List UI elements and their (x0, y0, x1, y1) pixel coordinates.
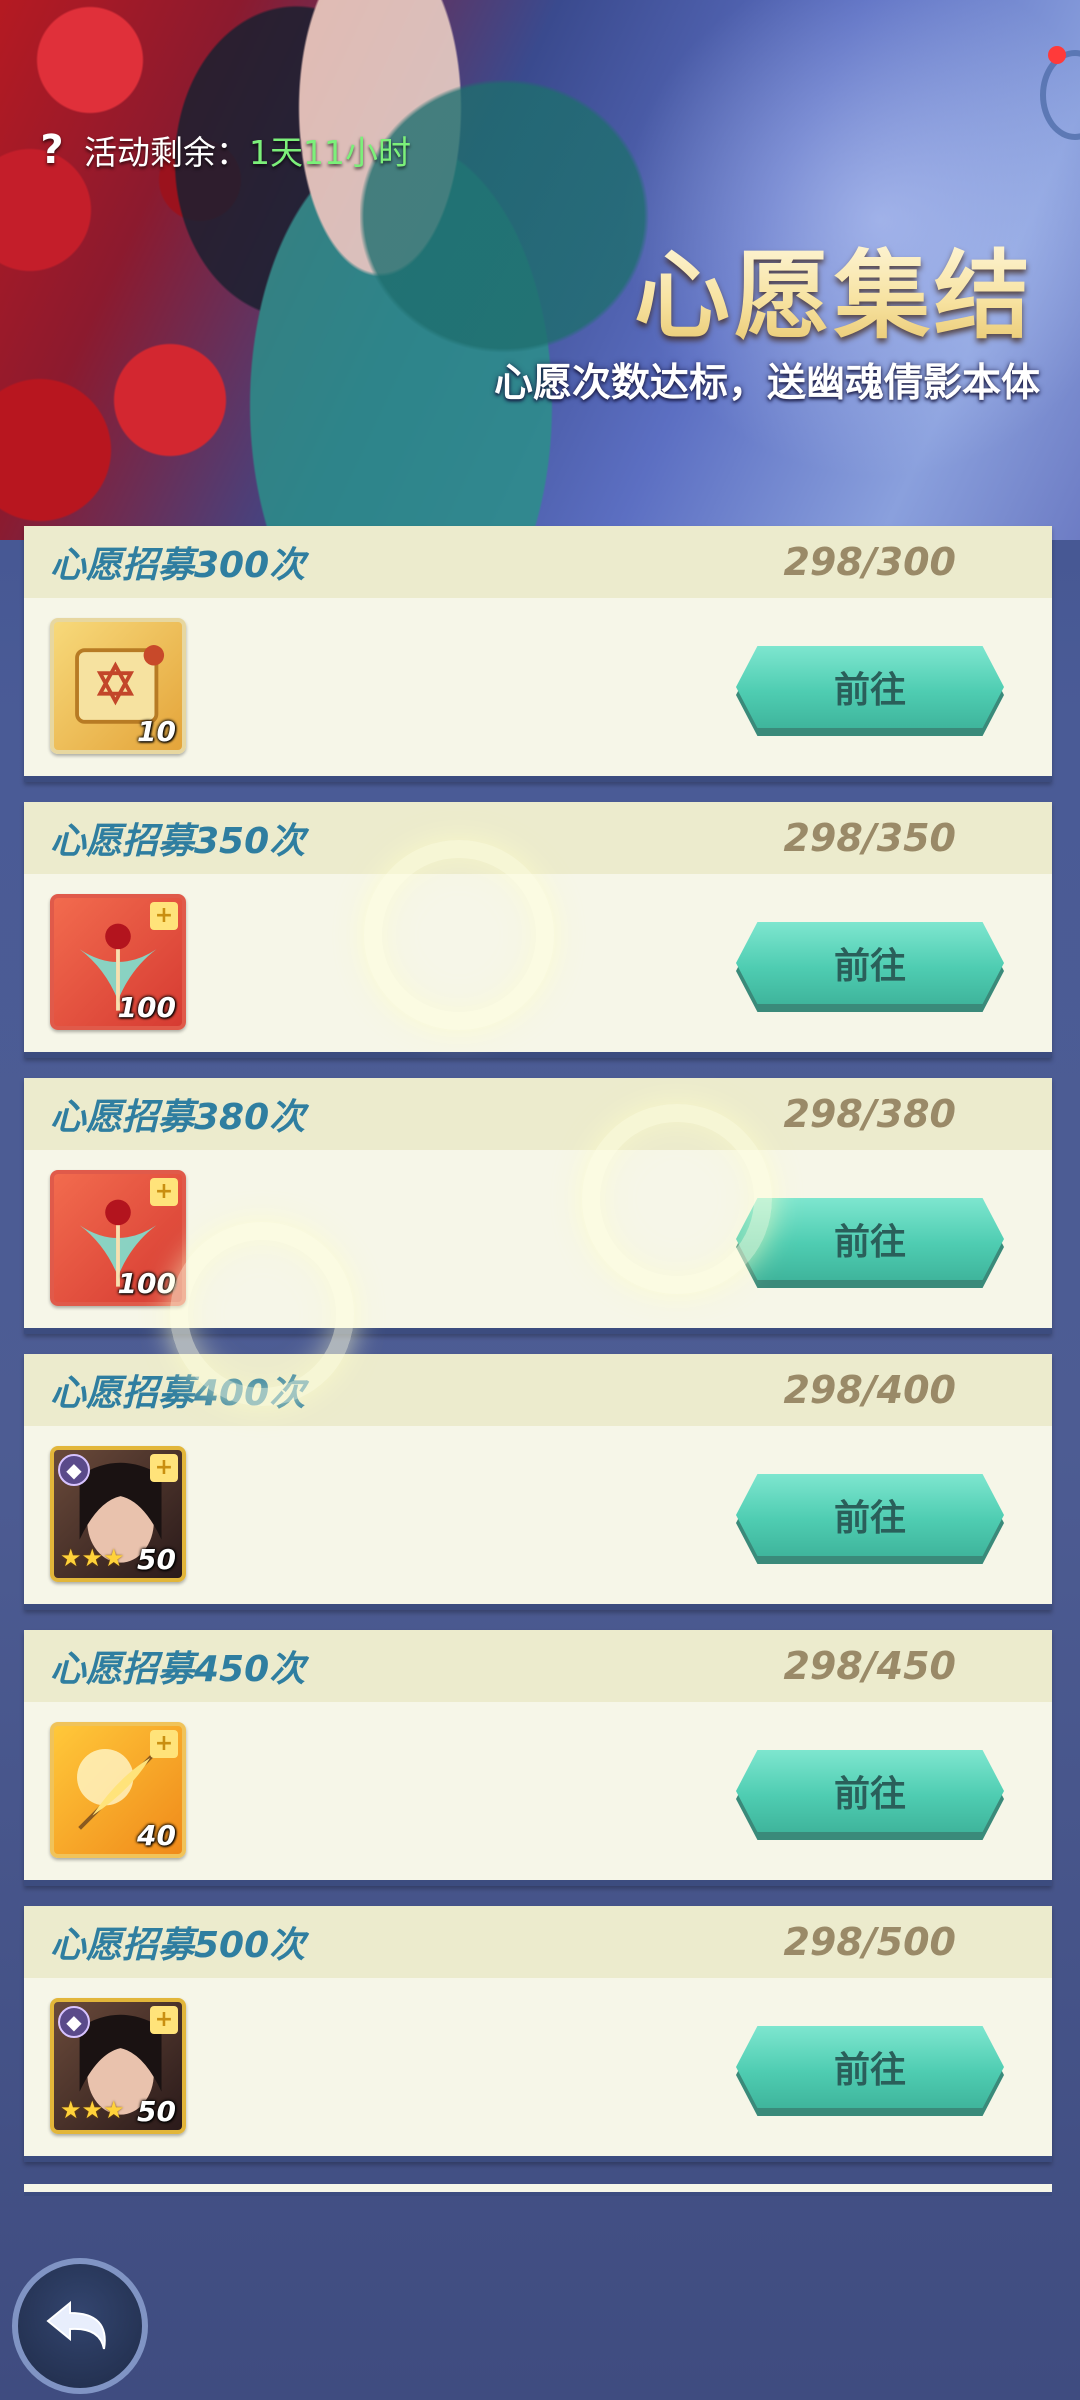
task-title: 心愿招募400次 (50, 1373, 306, 1414)
go-button[interactable]: 前往 (736, 922, 1004, 1004)
task-card-body: + 40 前往 (24, 1702, 1052, 1880)
reward-count: 50 (137, 2095, 176, 2128)
shard-icon: + (150, 1730, 178, 1758)
task-card-body: + 100 前往 (24, 874, 1052, 1052)
task-card: 心愿招募380次 298/380 + 100 前往 (24, 1078, 1052, 1334)
timer-value: 1天11小时 (249, 133, 411, 172)
task-card: 心愿招募500次 298/500 ◆ + ★★★ 50 前往 (24, 1906, 1052, 2162)
shard-icon: + (150, 1454, 178, 1482)
task-progress: 298/380 (783, 1092, 956, 1136)
task-card-header: 心愿招募300次 298/300 (24, 526, 1052, 598)
task-card-body: 10 前往 (24, 598, 1052, 776)
go-button[interactable]: 前往 (736, 1474, 1004, 1556)
task-list: 心愿招募300次 298/300 10 前往 心愿招募350次 298/350 (24, 526, 1052, 2182)
task-card: 心愿招募400次 298/400 ◆ + ★★★ 50 前往 (24, 1354, 1052, 1610)
event-timer: ? 活动剩余： 1天11小时 (34, 124, 411, 176)
shard-icon: + (150, 2006, 178, 2034)
back-button[interactable] (12, 2258, 148, 2394)
go-button[interactable]: 前往 (736, 646, 1004, 728)
task-progress: 298/500 (783, 1920, 956, 1964)
go-button[interactable]: 前往 (736, 2026, 1004, 2108)
hero-shard-icon[interactable]: ◆ + ★★★ 50 (50, 1998, 186, 2134)
star-rating-icon: ★★★ (60, 1544, 125, 1572)
reward-count: 100 (117, 1267, 176, 1300)
task-card-header: 心愿招募380次 298/380 (24, 1078, 1052, 1150)
task-card-header: 心愿招募400次 298/400 (24, 1354, 1052, 1426)
shard-icon: + (150, 1178, 178, 1206)
token-icon[interactable]: + 100 (50, 894, 186, 1030)
task-card-body: ◆ + ★★★ 50 前往 (24, 1978, 1052, 2156)
task-title: 心愿招募450次 (50, 1649, 306, 1690)
task-card-header: 心愿招募350次 298/350 (24, 802, 1052, 874)
timer-label: 活动剩余： (84, 133, 249, 172)
task-card-body: ◆ + ★★★ 50 前往 (24, 1426, 1052, 1604)
reward-count: 40 (137, 1819, 176, 1852)
task-title: 心愿招募500次 (50, 1925, 306, 1966)
task-card-header: 心愿招募450次 298/450 (24, 1630, 1052, 1702)
task-title: 心愿招募300次 (50, 545, 306, 586)
task-progress: 298/350 (783, 816, 956, 860)
task-card: 心愿招募450次 298/450 + 40 前往 (24, 1630, 1052, 1886)
token-icon[interactable]: + 100 (50, 1170, 186, 1306)
notification-dot (1048, 46, 1066, 64)
task-progress: 298/450 (783, 1644, 956, 1688)
faction-badge-icon: ◆ (58, 2006, 90, 2038)
help-icon[interactable]: ? (34, 127, 70, 173)
hero-shard-icon[interactable]: ◆ + ★★★ 50 (50, 1446, 186, 1582)
back-arrow-icon (46, 2300, 106, 2350)
go-button[interactable]: 前往 (736, 1198, 1004, 1280)
task-title: 心愿招募380次 (50, 1097, 306, 1138)
event-banner: ? 活动剩余： 1天11小时 心愿集结 心愿次数达标，送幽魂倩影本体 (0, 0, 1080, 540)
event-subtitle: 心愿次数达标，送幽魂倩影本体 (493, 361, 1040, 406)
task-card: 心愿招募350次 298/350 + 100 前往 (24, 802, 1052, 1058)
task-card: 心愿招募300次 298/300 10 前往 (24, 526, 1052, 782)
task-card-header: 心愿招募500次 298/500 (24, 1906, 1052, 1978)
task-progress: 298/300 (783, 540, 956, 584)
task-title: 心愿招募350次 (50, 821, 306, 862)
reward-count: 10 (137, 715, 176, 748)
event-title: 心愿集结 (634, 218, 1034, 357)
task-progress: 298/400 (783, 1368, 956, 1412)
feather-icon[interactable]: + 40 (50, 1722, 186, 1858)
reward-count: 50 (137, 1543, 176, 1576)
scroll-icon[interactable]: 10 (50, 618, 186, 754)
reward-count: 100 (117, 991, 176, 1024)
go-button[interactable]: 前往 (736, 1750, 1004, 1832)
star-rating-icon: ★★★ (60, 2096, 125, 2124)
next-card-edge (24, 2184, 1052, 2196)
shard-icon: + (150, 902, 178, 930)
faction-badge-icon: ◆ (58, 1454, 90, 1486)
task-card-body: + 100 前往 (24, 1150, 1052, 1328)
